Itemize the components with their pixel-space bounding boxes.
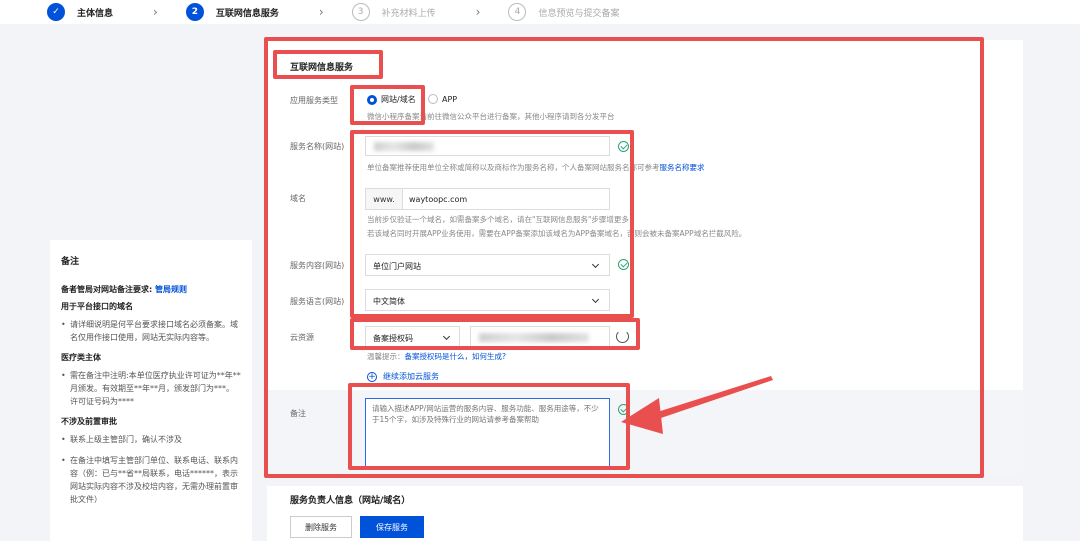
notes-item: 请详细说明是何平台要求接口域名必须备案。域名仅用作接口使用，网站无实际内容等。	[61, 318, 241, 344]
domain-prefix: www.	[365, 188, 403, 210]
cloud-type-value: 备案授权码	[373, 334, 413, 343]
step-4-number: 4	[508, 3, 527, 21]
step-3-number: 3	[351, 3, 370, 21]
check-ok-icon	[618, 141, 629, 152]
domain-label: 域名	[290, 194, 306, 203]
chevron-right-icon: ›	[475, 5, 481, 19]
save-service-button[interactable]: 保存服务	[360, 516, 424, 538]
add-cloud-label: 继续添加云服务	[383, 372, 439, 381]
step-4[interactable]: 4 信息预览与提交备案	[508, 3, 620, 21]
section2-title: 服务负责人信息（网站/域名）	[290, 496, 411, 506]
section-title: 互联网信息服务	[290, 63, 354, 73]
redacted-text	[479, 333, 589, 342]
app-type-hint: 微信小程序备案请前往微信公众平台进行备案，其他小程序请到各分发平台	[367, 112, 615, 121]
radio-empty-icon	[428, 94, 438, 104]
language-value: 中文简体	[373, 297, 405, 306]
step-4-label: 信息预览与提交备案	[538, 8, 620, 19]
radio-selected-icon	[367, 94, 377, 105]
cloud-type-select[interactable]: 备案授权码	[365, 326, 460, 348]
chevron-down-icon	[591, 295, 600, 304]
step-2[interactable]: 2 互联网信息服务	[185, 3, 279, 21]
notes-requirement: 备者管局对网站备注要求: 管局规则	[61, 285, 187, 294]
content-select[interactable]: 单位门户网站	[365, 254, 610, 276]
app-type-radio-website[interactable]: 网站/域名	[367, 94, 416, 105]
cloud-tip: 温馨提示：备案授权码是什么，如何生成?	[367, 352, 506, 361]
remark-label: 备注	[290, 409, 306, 418]
radio-label: APP	[442, 94, 458, 104]
add-circle-icon: +	[367, 371, 377, 382]
domain-hint: 若该域名同时开展APP业务使用，需要在APP备案添加该域名为APP备案域名，否则…	[367, 229, 747, 238]
remarks-guide-panel: 备注 备者管局对网站备注要求: 管局规则 用于平台接口的域名 请详细说明是何平台…	[50, 240, 252, 541]
check-icon: ✓	[47, 3, 65, 21]
service-owner-section: 服务负责人信息（网站/域名） 删除服务 保存服务	[267, 486, 1023, 541]
language-select[interactable]: 中文简体	[365, 289, 610, 311]
step-3[interactable]: 3 补充材料上传	[351, 3, 436, 21]
app-type-label: 应用服务类型	[290, 96, 338, 105]
radio-label: 网站/域名	[381, 95, 416, 104]
chevron-right-icon: ›	[153, 5, 158, 19]
notes-heading: 用于平台接口的域名	[61, 302, 133, 311]
step-1-label: 主体信息	[77, 8, 114, 19]
notes-item: 需在备注中注明:本单位医疗执业许可证为**年**月颁发。有效期至**年**月，颁…	[61, 369, 241, 408]
step-2-label: 互联网信息服务	[215, 8, 279, 19]
domain-value: waytoopc.com	[403, 188, 610, 210]
delete-service-button[interactable]: 删除服务	[290, 516, 352, 538]
app-type-radio-app[interactable]: APP	[428, 94, 457, 104]
notes-heading: 医疗类主体	[61, 353, 101, 362]
service-name-label: 服务名称(网站)	[290, 142, 345, 151]
chevron-right-icon: ›	[318, 5, 324, 19]
content-label: 服务内容(网站)	[290, 261, 345, 270]
domain-input[interactable]: www. waytoopc.com	[365, 188, 610, 210]
language-label: 服务语言(网站)	[290, 297, 345, 306]
service-name-rules-link[interactable]: 服务名称要求	[660, 163, 705, 172]
chevron-down-icon	[591, 260, 600, 269]
bureau-rules-link[interactable]: 管局规则	[155, 285, 187, 294]
service-name-input[interactable]	[365, 136, 610, 156]
add-cloud-service-button[interactable]: + 继续添加云服务	[367, 371, 439, 382]
notes-heading: 不涉及前置审批	[61, 417, 117, 426]
refresh-icon[interactable]	[616, 330, 629, 343]
annotation-arrow-icon	[621, 376, 773, 434]
service-name-hint: 单位备案推荐使用单位全称或简称以及商标作为服务名称，个人备案网站服务名称可参考服…	[367, 163, 705, 172]
redacted-text	[374, 142, 434, 151]
notes-item: 在备注中填写主管部门单位、联系电话、联系内容（例：已与**省**局联系，电话**…	[61, 454, 241, 506]
cloud-label: 云资源	[290, 333, 314, 342]
check-ok-icon	[618, 259, 629, 270]
notes-item: 联系上级主管部门，确认不涉及	[61, 433, 241, 446]
steps-bar: ✓ 主体信息 › 2 互联网信息服务 › 3 补充材料上传 › 4 信息预览与提…	[0, 0, 1080, 24]
content-value: 单位门户网站	[373, 262, 421, 271]
domain-hint: 当前步仅验证一个域名，如需备案多个域名，请在"互联网信息服务"步骤增更多	[367, 215, 629, 224]
step-1[interactable]: ✓ 主体信息	[47, 3, 113, 21]
step-3-label: 补充材料上传	[381, 8, 436, 19]
internet-info-service-card: 互联网信息服务 应用服务类型 网站/域名 APP 微信小程序备案请前往微信公众平…	[264, 37, 1023, 478]
step-2-number: 2	[185, 3, 204, 21]
auth-code-help-link[interactable]: 备案授权码是什么，如何生成?	[405, 352, 506, 361]
chevron-down-icon	[442, 332, 451, 341]
auth-code-input[interactable]	[470, 326, 610, 348]
notes-title: 备注	[61, 257, 80, 267]
remark-textarea[interactable]	[365, 398, 610, 468]
